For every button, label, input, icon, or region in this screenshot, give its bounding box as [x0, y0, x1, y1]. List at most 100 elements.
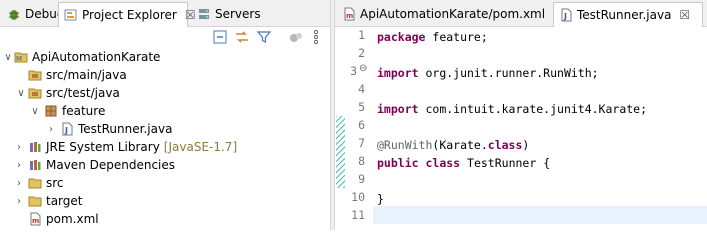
debug-icon: [7, 7, 21, 21]
svg-text:M: M: [16, 55, 22, 63]
package-icon: [44, 104, 58, 118]
tree-item-label: src: [46, 176, 64, 190]
code-token: com.intuit.karate.junit4.Karate;: [418, 102, 648, 116]
chevron-right-icon[interactable]: ›: [14, 138, 24, 156]
tree-item-project[interactable]: ∨ M ApiAutomationKarate: [0, 48, 160, 66]
tab-pom-xml[interactable]: m ApiAutomationKarate/pom.xml: [337, 2, 547, 25]
tab-label: TestRunner.java: [577, 8, 672, 22]
tree-item-src-test-java[interactable]: ∨ src/test/java: [0, 84, 120, 102]
tree-item-jre-system-library[interactable]: › JRE System Library [JavaSE-1.7]: [0, 138, 237, 156]
tree-item-label: pom.xml: [46, 212, 99, 226]
keyword-token: import: [377, 102, 419, 116]
code-line[interactable]: import com.intuit.karate.junit4.Karate;: [377, 100, 647, 118]
code-line[interactable]: package feature;: [377, 28, 488, 46]
tree-item-testrunner-java[interactable]: › J TestRunner.java: [0, 120, 172, 138]
tree-item-pom-xml[interactable]: m pom.xml: [0, 210, 99, 228]
line-number: 11: [351, 208, 365, 222]
svg-text:m: m: [32, 217, 39, 225]
tree-item-src-main-java[interactable]: src/main/java: [0, 66, 127, 84]
chevron-down-icon[interactable]: ∨: [16, 84, 26, 102]
tab-label: Servers: [215, 6, 261, 21]
tab-label: Project Explorer: [82, 8, 177, 22]
explorer-toolbar: [0, 26, 330, 48]
project-explorer-icon: [64, 8, 78, 22]
tab-label: ApiAutomationKarate/pom.xml: [360, 6, 546, 21]
tree-item-target[interactable]: › target: [0, 192, 83, 210]
editor-tab-bar: m ApiAutomationKarate/pom.xml J TestRunn…: [335, 0, 707, 27]
tree-item-maven-dependencies[interactable]: › Maven Dependencies: [0, 156, 175, 174]
chevron-down-icon[interactable]: ∨: [3, 48, 13, 66]
maven-project-icon: M: [14, 50, 28, 64]
line-number: 8: [358, 154, 365, 168]
tree-item-feature[interactable]: ∨ feature: [0, 102, 105, 120]
code-token: org.junit.runner.RunWith;: [418, 66, 599, 80]
tree-item-label: src/test/java: [46, 86, 120, 100]
tree-item-label: src/main/java: [46, 68, 127, 82]
code-token: feature;: [425, 30, 488, 44]
line-number: 1: [358, 28, 365, 42]
current-line-highlight: [373, 206, 707, 224]
line-number: 6: [358, 118, 365, 132]
xml-file-icon: m: [28, 212, 42, 226]
code-token: ): [522, 138, 530, 152]
tab-debug[interactable]: Debug: [2, 2, 64, 25]
svg-text:J: J: [563, 12, 567, 21]
line-number: 7: [358, 136, 365, 150]
xml-file-icon: m: [342, 7, 356, 21]
editor-area: m ApiAutomationKarate/pom.xml J TestRunn…: [335, 0, 707, 230]
jre-version-decoration: [JavaSE-1.7]: [163, 140, 238, 154]
annotation-token: @RunWith: [377, 138, 433, 152]
code-token: }: [377, 192, 384, 206]
keyword-token: class: [487, 138, 523, 152]
svg-text:m: m: [346, 12, 353, 20]
line-number-gutter: 1 2 3 ⊖ 4 5 6 7 8 9 10 11: [335, 26, 373, 230]
line-number: 2: [358, 46, 365, 60]
collapse-all-icon[interactable]: [212, 29, 228, 45]
keyword-token: class: [425, 156, 461, 170]
folder-icon: [28, 194, 42, 208]
folder-icon: [28, 176, 42, 190]
code-token: TestRunner {: [460, 156, 551, 170]
line-number: 10: [351, 190, 365, 204]
fold-toggle-icon[interactable]: ⊖: [359, 63, 367, 74]
tree-item-label: ApiAutomationKarate: [32, 50, 161, 64]
java-file-icon: J: [60, 122, 74, 136]
tab-project-explorer[interactable]: Project Explorer ☒: [58, 2, 196, 27]
tree-item-label: Maven Dependencies: [46, 158, 176, 172]
chevron-right-icon[interactable]: ›: [14, 192, 24, 210]
tree-item-label: TestRunner.java: [78, 122, 173, 136]
line-number: 3: [350, 64, 357, 78]
tab-servers[interactable]: Servers: [192, 2, 262, 25]
left-tab-bar: Debug Project Explorer ☒ Servers: [0, 0, 330, 27]
chevron-right-icon[interactable]: ›: [14, 156, 24, 174]
package-folder-icon: [28, 68, 42, 82]
link-with-editor-icon[interactable]: [234, 29, 250, 45]
code-line[interactable]: }: [377, 190, 384, 208]
keyword-token: import: [377, 66, 419, 80]
close-icon[interactable]: ☒: [679, 8, 690, 22]
code-line[interactable]: public class TestRunner {: [377, 154, 550, 172]
chevron-right-icon[interactable]: ›: [14, 174, 24, 192]
tree-item-label: JRE System Library: [46, 140, 160, 154]
tab-testrunner-java[interactable]: J TestRunner.java ☒: [553, 2, 703, 27]
java-file-icon: J: [559, 8, 573, 22]
code-line[interactable]: @RunWith(Karate.class): [377, 136, 529, 154]
line-number: 5: [358, 100, 365, 114]
toggle-view-icon[interactable]: [288, 29, 304, 45]
code-line[interactable]: import org.junit.runner.RunWith;: [377, 64, 599, 82]
keyword-token: public: [377, 156, 419, 170]
chevron-right-icon[interactable]: ›: [46, 120, 56, 138]
library-icon: [28, 158, 42, 172]
package-folder-icon: [28, 86, 42, 100]
tree-item-src[interactable]: › src: [0, 174, 64, 192]
project-explorer-panel: Debug Project Explorer ☒ Servers ∨ M Api…: [0, 0, 330, 230]
code-token: (Karate.: [432, 138, 488, 152]
keyword-token: package: [377, 30, 426, 44]
line-number: 4: [358, 82, 365, 96]
chevron-down-icon[interactable]: ∨: [30, 102, 40, 120]
svg-text:J: J: [64, 126, 68, 135]
filter-icon[interactable]: [256, 29, 272, 45]
tree-item-label: target: [46, 194, 83, 208]
view-menu-icon[interactable]: [312, 29, 320, 45]
library-icon: [28, 140, 42, 154]
